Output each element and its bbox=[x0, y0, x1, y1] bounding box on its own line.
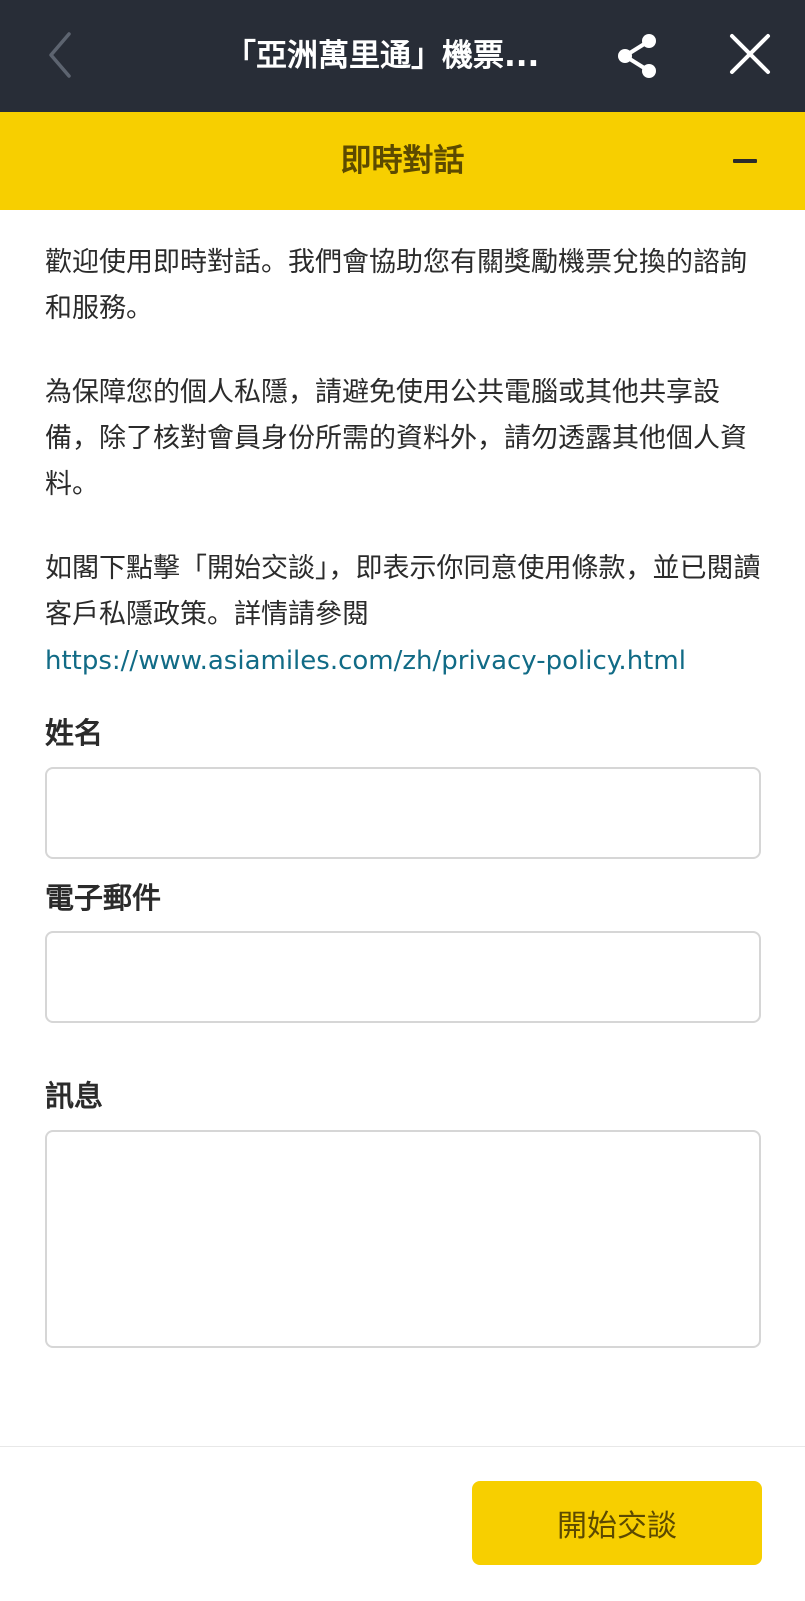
back-button[interactable] bbox=[30, 22, 90, 88]
footer-bar: 開始交談 bbox=[0, 1446, 805, 1601]
terms-text: 如閣下點擊「開始交談」，即表示你同意使用條款，並已閱讀客戶私隱政策。詳情請參閱 bbox=[45, 553, 761, 630]
privacy-policy-link[interactable]: https://www.asiamiles.com/zh/privacy-pol… bbox=[45, 646, 686, 676]
top-app-bar: 「亞洲萬里通」機票... bbox=[0, 0, 805, 112]
name-input[interactable] bbox=[45, 767, 761, 859]
share-button[interactable] bbox=[608, 26, 668, 86]
message-label: 訊息 bbox=[45, 1079, 104, 1113]
welcome-text: 歡迎使用即時對話。我們會協助您有關獎勵機票兌換的諮詢和服務。 bbox=[45, 247, 747, 324]
chat-title: 即時對話 bbox=[340, 143, 465, 179]
message-textarea[interactable] bbox=[45, 1130, 761, 1348]
minus-icon bbox=[733, 159, 757, 163]
app-title: 「亞洲萬里通」機票... bbox=[225, 38, 540, 74]
chevron-left-icon bbox=[49, 32, 71, 78]
email-label: 電子郵件 bbox=[45, 881, 162, 915]
name-label: 姓名 bbox=[45, 716, 104, 750]
share-icon bbox=[618, 34, 656, 78]
email-input[interactable] bbox=[45, 931, 761, 1023]
intro-section: 歡迎使用即時對話。我們會協助您有關獎勵機票兌換的諮詢和服務。 為保障您的個人私隱… bbox=[45, 240, 765, 722]
close-icon bbox=[730, 34, 770, 74]
chat-header: 即時對話 bbox=[0, 112, 805, 210]
close-button[interactable] bbox=[722, 26, 778, 82]
minimize-button[interactable] bbox=[722, 138, 768, 184]
start-chat-button[interactable]: 開始交談 bbox=[472, 1481, 762, 1565]
terms-paragraph: 如閣下點擊「開始交談」，即表示你同意使用條款，並已閱讀客戶私隱政策。詳情請參閱 … bbox=[45, 546, 765, 684]
privacy-notice-text: 為保障您的個人私隱，請避免使用公共電腦或其他共享設備，除了核對會員身份所需的資料… bbox=[45, 377, 747, 500]
